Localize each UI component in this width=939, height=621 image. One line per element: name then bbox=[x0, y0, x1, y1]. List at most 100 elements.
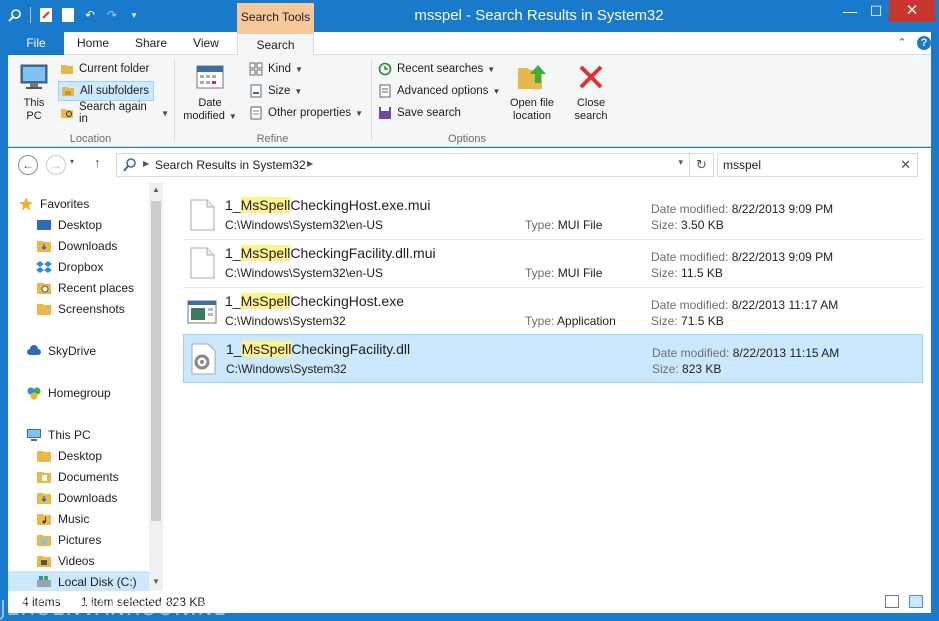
maximize-button[interactable]: ☐ bbox=[863, 0, 889, 22]
breadcrumb[interactable]: Search Results in System32 bbox=[155, 154, 306, 176]
tab-file[interactable]: File bbox=[8, 32, 64, 55]
up-button[interactable]: ↑ bbox=[94, 155, 101, 170]
application-icon bbox=[187, 295, 217, 327]
tab-search[interactable]: Search bbox=[237, 32, 314, 56]
scroll-up-icon[interactable]: ▲ bbox=[149, 185, 163, 194]
back-button[interactable]: ← bbox=[18, 155, 38, 175]
computer-icon bbox=[26, 427, 42, 443]
nav-skydrive-label: SkyDrive bbox=[48, 343, 97, 358]
tab-share[interactable]: Share bbox=[132, 32, 170, 55]
drive-icon bbox=[36, 574, 52, 590]
date-modified-label-1: Date bbox=[198, 97, 222, 109]
other-properties-button[interactable]: Other properties ▼ bbox=[247, 103, 367, 123]
help-icon[interactable]: ? bbox=[917, 36, 931, 50]
breadcrumb-chevron-icon[interactable]: ▶ bbox=[307, 159, 313, 168]
close-search-label-1: Close bbox=[576, 97, 606, 109]
open-file-location-label-1: Open file bbox=[509, 97, 555, 109]
file-date: Date modified: 8/22/2013 11:17 AM bbox=[651, 298, 839, 312]
close-search-label-2: search bbox=[574, 110, 608, 122]
tab-home[interactable]: Home bbox=[72, 32, 114, 55]
watermark: JEROENVANROON.NL bbox=[0, 596, 226, 620]
nav-item-label: Recent places bbox=[58, 280, 135, 295]
kind-button[interactable]: Kind ▼ bbox=[247, 59, 307, 79]
nav-item-label: Downloads bbox=[58, 238, 118, 253]
videos-folder-icon bbox=[36, 553, 52, 569]
address-row: ← → ▾ ↑ ▶ Search Results in System32 ▶ ▾… bbox=[8, 148, 931, 183]
nav-item-label: Desktop bbox=[58, 217, 103, 232]
search-folder-icon bbox=[60, 106, 74, 120]
this-pc-button[interactable]: This PC bbox=[14, 61, 54, 123]
pictures-folder-icon bbox=[36, 532, 52, 548]
ribbon: This PC Current folder All subfolders Se… bbox=[8, 55, 931, 147]
dropdown-arrow-icon: ▼ bbox=[294, 86, 303, 96]
details-view-icon[interactable] bbox=[885, 595, 899, 608]
breadcrumb-chevron-icon[interactable]: ▶ bbox=[143, 159, 149, 168]
refine-group-label: Refine bbox=[256, 133, 289, 145]
nav-pc-local-disk[interactable]: Local Disk (C:) bbox=[8, 571, 149, 592]
advanced-options-button[interactable]: Advanced options ▼ bbox=[376, 81, 504, 101]
location-group-label: Location bbox=[69, 133, 112, 145]
title-bar: ↶ ↷ ▾ Search Tools msspel - Search Resul… bbox=[0, 0, 939, 32]
open-file-location-button[interactable]: Open file location bbox=[502, 61, 562, 123]
close-search-button[interactable]: Close search bbox=[568, 61, 614, 123]
nav-this-pc[interactable]: This PC bbox=[26, 424, 167, 445]
nav-homegroup-label: Homegroup bbox=[48, 385, 111, 400]
list-item-selected[interactable]: 1_MsSpellCheckingFacility.dll C:\Windows… bbox=[183, 334, 923, 383]
star-icon bbox=[18, 196, 34, 212]
list-item[interactable]: 1_MsSpellCheckingFacility.dll.mui C:\Win… bbox=[183, 239, 923, 287]
all-subfolders-button[interactable]: All subfolders bbox=[58, 81, 155, 101]
new-folder-icon[interactable] bbox=[59, 6, 77, 24]
refresh-icon[interactable]: ↻ bbox=[689, 154, 713, 176]
close-button[interactable]: ✕ bbox=[889, 0, 935, 22]
kind-label: Kind bbox=[268, 63, 292, 75]
quick-access-toolbar: ↶ ↷ ▾ bbox=[6, 6, 143, 24]
file-icon bbox=[187, 247, 217, 279]
minimize-button[interactable]: — bbox=[837, 0, 863, 22]
list-item[interactable]: 1_MsSpellCheckingHost.exe.mui C:\Windows… bbox=[183, 191, 923, 239]
save-search-button[interactable]: Save search bbox=[376, 103, 465, 123]
nav-homegroup[interactable]: Homegroup bbox=[26, 382, 167, 403]
customize-toolbar-icon[interactable]: ▾ bbox=[125, 6, 143, 24]
forward-button[interactable]: → bbox=[46, 155, 66, 175]
properties-icon[interactable] bbox=[37, 6, 55, 24]
downloads-folder-icon bbox=[36, 238, 52, 254]
search-input[interactable] bbox=[723, 157, 893, 173]
recent-searches-icon bbox=[378, 62, 392, 76]
address-bar[interactable]: ▶ Search Results in System32 ▶ ▾ ↻ bbox=[116, 153, 714, 177]
scrollbar-thumb[interactable] bbox=[151, 201, 161, 521]
search-icon[interactable] bbox=[6, 6, 24, 24]
search-results-icon bbox=[122, 157, 138, 176]
content-view-icon[interactable] bbox=[909, 595, 923, 608]
dropdown-arrow-icon: ▼ bbox=[355, 108, 364, 118]
nav-item-label: Pictures bbox=[58, 532, 102, 547]
nav-item-label: Videos bbox=[58, 553, 95, 568]
recent-searches-button[interactable]: Recent searches ▼ bbox=[376, 59, 499, 79]
search-box[interactable]: ✕ bbox=[717, 153, 918, 177]
size-button[interactable]: Size ▼ bbox=[247, 81, 306, 101]
match-highlight: MsSpell bbox=[240, 197, 291, 213]
date-modified-button[interactable]: Date modified ▼ bbox=[179, 61, 241, 123]
clear-search-icon[interactable]: ✕ bbox=[900, 157, 911, 173]
nav-skydrive[interactable]: SkyDrive bbox=[26, 340, 167, 361]
nav-scrollbar[interactable]: ▲ ▼ bbox=[149, 183, 163, 591]
address-dropdown-icon[interactable]: ▾ bbox=[678, 157, 683, 168]
dropdown-arrow-icon: ▼ bbox=[487, 64, 496, 74]
current-folder-button[interactable]: Current folder bbox=[58, 59, 153, 79]
collapse-ribbon-icon[interactable]: ⌃ bbox=[895, 36, 909, 50]
scroll-down-icon[interactable]: ▼ bbox=[149, 577, 163, 586]
navigation-pane: Favorites Desktop Downloads Dropbox Rece… bbox=[8, 183, 163, 592]
redo-icon[interactable]: ↷ bbox=[103, 6, 121, 24]
dll-gear-icon bbox=[188, 343, 218, 375]
dropdown-arrow-icon: ▼ bbox=[228, 112, 237, 121]
recent-locations-icon[interactable]: ▾ bbox=[70, 157, 74, 166]
file-size: Size: 71.5 KB bbox=[651, 314, 724, 328]
file-type: Type: MUI File bbox=[525, 218, 603, 232]
tab-view[interactable]: View bbox=[190, 32, 222, 55]
list-item[interactable]: 1_MsSpellCheckingHost.exe C:\Windows\Sys… bbox=[183, 287, 923, 335]
search-again-button[interactable]: Search again in ▼ bbox=[58, 101, 173, 125]
undo-icon[interactable]: ↶ bbox=[81, 6, 99, 24]
nav-favorites[interactable]: Favorites bbox=[18, 193, 159, 214]
this-pc-label-2: PC bbox=[26, 110, 42, 122]
subfolders-icon bbox=[61, 84, 75, 98]
recent-searches-label: Recent searches bbox=[397, 63, 484, 75]
